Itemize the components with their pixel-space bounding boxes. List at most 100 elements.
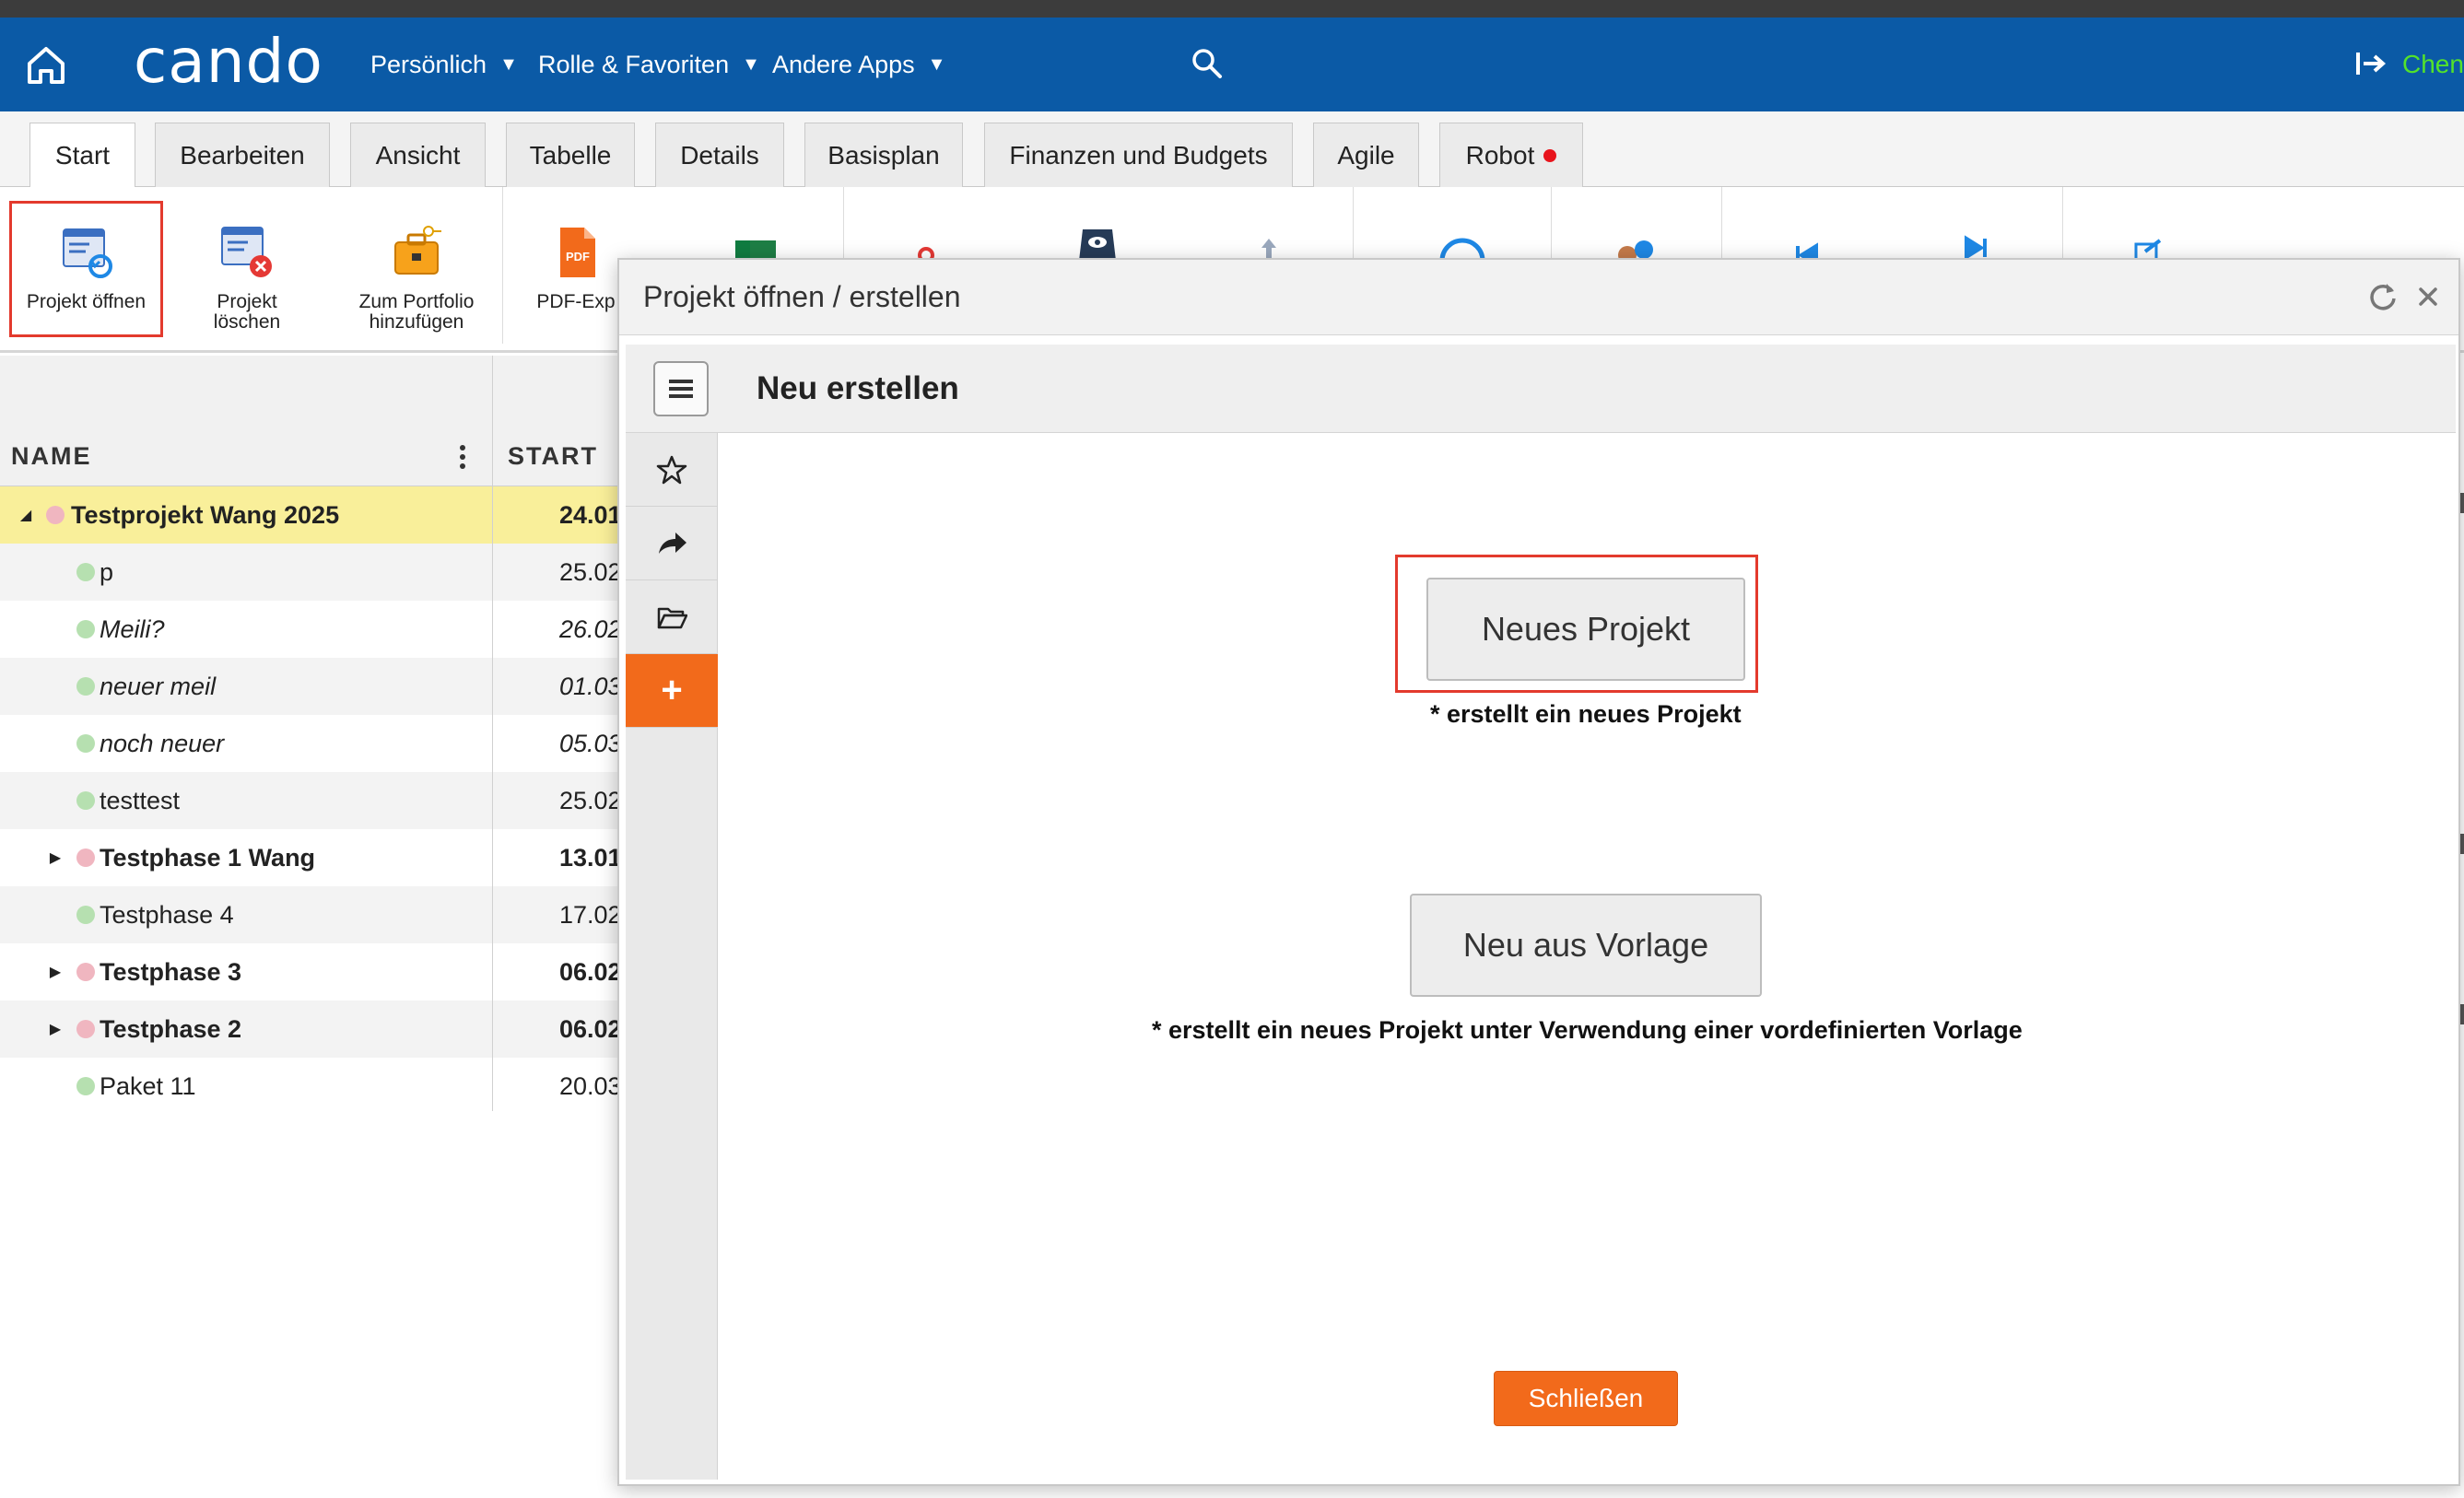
status-dot: [76, 620, 95, 638]
row-start: 20.03: [559, 1071, 622, 1100]
table-header: NAME START: [0, 356, 627, 486]
open-project-button[interactable]: Projekt öffnen: [9, 201, 163, 337]
close-button[interactable]: Schließen: [1494, 1371, 1678, 1426]
row-name: Testprojekt Wang 2025: [71, 500, 340, 529]
status-dot: [76, 906, 95, 924]
pdf-icon: PDF: [560, 228, 595, 277]
tab-agile[interactable]: Agile: [1313, 123, 1419, 187]
expand-icon[interactable]: ▶: [46, 848, 65, 867]
table-row[interactable]: Paket 11 20.03: [0, 1058, 627, 1115]
new-from-template-note: * erstellt ein neues Projekt unter Verwe…: [1152, 1016, 2023, 1044]
table-row[interactable]: ▶ Testphase 1 Wang 13.01: [0, 829, 627, 886]
project-table: NAME START ◢ Testprojekt Wang 2025 24.01…: [0, 356, 627, 1498]
table-row[interactable]: testtest 25.02: [0, 772, 627, 829]
column-header-start[interactable]: START: [508, 442, 598, 471]
row-name: Testphase 4: [100, 900, 234, 929]
status-dot: [46, 506, 65, 524]
svg-text:PDF: PDF: [566, 250, 590, 263]
status-dot: [76, 963, 95, 981]
dialog-title: Projekt öffnen / erstellen: [643, 280, 961, 313]
refresh-icon[interactable]: [2366, 280, 2399, 313]
home-icon[interactable]: [20, 40, 72, 91]
add-portfolio-label-2: hinzufügen: [369, 311, 464, 333]
caret-down-icon: ▼: [742, 53, 760, 75]
star-icon: [656, 455, 687, 484]
hamburger-menu-icon[interactable]: [653, 361, 709, 416]
app-root: cando Persönlich ▼ Rolle & Favoriten ▼ A…: [0, 0, 2464, 1498]
row-start: 05.03: [559, 729, 622, 757]
status-dot: [76, 791, 95, 810]
row-start: 24.01: [559, 500, 622, 529]
new-project-note: * erstellt ein neues Projekt: [1430, 700, 1742, 728]
table-row[interactable]: Testphase 4 17.02: [0, 886, 627, 943]
menu-persoenlich-label: Persönlich: [370, 50, 487, 78]
browse-folder-button[interactable]: [626, 580, 718, 654]
column-divider[interactable]: [492, 356, 493, 1111]
logout-icon[interactable]: [2353, 45, 2389, 82]
tab-label: Tabelle: [529, 140, 612, 170]
tab-robot[interactable]: Robot: [1439, 123, 1583, 187]
table-row[interactable]: Meili? 26.02: [0, 601, 627, 658]
tab-finanzen-und-budgets[interactable]: Finanzen und Budgets: [984, 123, 1293, 187]
status-dot: [76, 1020, 95, 1038]
row-name: noch neuer: [100, 729, 225, 757]
disk-icon[interactable]: [1074, 224, 1121, 261]
shared-button[interactable]: [626, 507, 718, 580]
close-icon[interactable]: [2411, 280, 2445, 313]
new-project-button[interactable]: Neues Projekt: [1426, 578, 1745, 681]
window-top-strip: [0, 0, 2464, 18]
add-to-portfolio-button[interactable]: Zum Portfolio hinzufügen: [343, 198, 490, 336]
tab-bearbeiten[interactable]: Bearbeiten: [155, 123, 330, 187]
expand-icon[interactable]: ▶: [46, 1020, 65, 1038]
status-dot: [76, 848, 95, 867]
folder-open-icon: [657, 607, 687, 628]
dialog-titlebar[interactable]: Projekt öffnen / erstellen: [619, 260, 2458, 335]
create-new-button[interactable]: +: [626, 654, 718, 728]
tab-ansicht[interactable]: Ansicht: [350, 123, 486, 187]
tab-start[interactable]: Start: [29, 123, 135, 188]
tab-details[interactable]: Details: [655, 123, 784, 187]
row-start: 25.02: [559, 557, 622, 586]
status-dot: [76, 734, 95, 753]
menu-andere-apps[interactable]: Andere Apps ▼: [772, 18, 945, 111]
open-project-icon: [62, 228, 112, 278]
tab-label: Robot: [1465, 140, 1535, 170]
row-name: Paket 11: [100, 1071, 196, 1100]
status-dot: [76, 677, 95, 696]
row-name: Meili?: [100, 614, 165, 643]
cando-logo[interactable]: cando: [134, 31, 323, 92]
dialog-subheader: Neu erstellen: [626, 345, 2456, 433]
search-icon[interactable]: [1189, 45, 1226, 82]
tab-label: Agile: [1337, 140, 1395, 170]
new-from-template-button[interactable]: Neu aus Vorlage: [1410, 894, 1762, 997]
robot-status-dot: [1543, 148, 1557, 162]
table-row[interactable]: p 25.02: [0, 544, 627, 601]
top-navbar: cando Persönlich ▼ Rolle & Favoriten ▼ A…: [0, 18, 2464, 111]
menu-persoenlich[interactable]: Persönlich ▼: [370, 18, 518, 111]
menu-andere-apps-label: Andere Apps: [772, 50, 915, 78]
expand-icon[interactable]: ▶: [46, 963, 65, 981]
table-row[interactable]: neuer meil 01.03: [0, 658, 627, 715]
status-dot: [76, 1077, 95, 1095]
row-start: 25.02: [559, 786, 622, 814]
collapse-icon[interactable]: ◢: [17, 506, 35, 524]
tab-basisplan[interactable]: Basisplan: [804, 123, 963, 187]
plus-icon: +: [661, 670, 683, 710]
table-row[interactable]: ◢ Testprojekt Wang 2025 24.01: [0, 486, 627, 544]
ribbon-tabs: Start Bearbeiten Ansicht Tabelle Details…: [0, 111, 2464, 188]
menu-rolle-favoriten[interactable]: Rolle & Favoriten ▼: [538, 18, 760, 111]
tab-label: Start: [54, 141, 111, 170]
pdf-export-button[interactable]: PDF PDF-Exp: [525, 198, 627, 336]
delete-project-button[interactable]: Projekt löschen: [184, 198, 310, 336]
column-header-name[interactable]: NAME: [11, 442, 92, 471]
tab-tabelle[interactable]: Tabelle: [506, 123, 635, 187]
table-row[interactable]: ▶ Testphase 3 06.02: [0, 943, 627, 1001]
row-start: 13.01: [559, 843, 622, 872]
column-menu-icon[interactable]: [453, 440, 472, 474]
table-row[interactable]: ▶ Testphase 2 06.02: [0, 1001, 627, 1058]
favorites-button[interactable]: [626, 433, 718, 507]
open-create-project-dialog: Projekt öffnen / erstellen + Neu erstell…: [617, 258, 2460, 1486]
user-name[interactable]: Chen: [2402, 18, 2464, 111]
tab-label: Ansicht: [375, 140, 461, 170]
table-row[interactable]: noch neuer 05.03: [0, 715, 627, 772]
